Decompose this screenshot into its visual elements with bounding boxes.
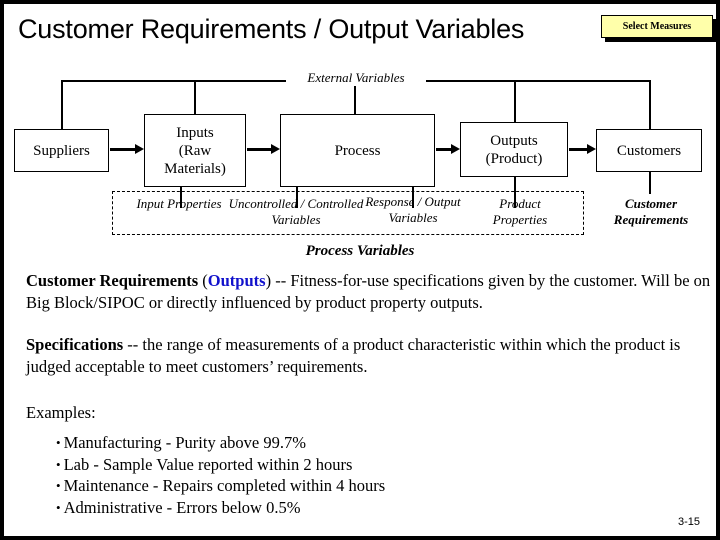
process-variable-drop-outputs [514, 177, 516, 208]
arrow-inputs-to-process [247, 144, 280, 154]
examples-bullet-list: Manufacturing - Purity above 99.7% Lab -… [56, 432, 656, 518]
external-variables-line [61, 80, 649, 82]
list-item: Maintenance - Repairs completed within 4… [56, 475, 656, 497]
diagram-box-suppliers-label: Suppliers [33, 142, 90, 159]
inputs-line-2: (Raw [178, 142, 212, 159]
diagram-box-process[interactable]: Process [280, 114, 435, 187]
arrow-suppliers-to-inputs [110, 144, 144, 154]
external-variables-drop-inputs [194, 80, 196, 114]
outputs-line-1: Outputs [490, 132, 538, 149]
diagram-box-outputs-label: Outputs (Product) [486, 132, 543, 168]
diagram-box-outputs[interactable]: Outputs (Product) [460, 122, 568, 177]
list-item: Administrative - Errors below 0.5% [56, 497, 656, 519]
process-variable-drop-customers [649, 172, 651, 194]
diagram-box-customers[interactable]: Customers [596, 129, 702, 172]
process-variable-label-product-properties: Product Properties [492, 196, 548, 227]
customer-requirements-line-1: Customer [624, 196, 677, 211]
customer-requirements-line-2: Requirements [613, 212, 689, 227]
para1-highlight-outputs: Outputs [207, 271, 266, 290]
process-variable-drop-process-right [412, 187, 414, 208]
customer-requirements-label: Customer Requirements [592, 196, 710, 228]
list-item: Lab - Sample Value reported within 2 hou… [56, 454, 656, 476]
paragraph-customer-requirements: Customer Requirements (Outputs) -- Fitne… [26, 270, 716, 314]
page-title: Customer Requirements / Output Variables [18, 14, 525, 44]
select-measures-button[interactable]: Select Measures [601, 15, 713, 38]
examples-heading: Examples: [26, 403, 96, 422]
paragraph-specifications: Specifications -- the range of measureme… [26, 334, 686, 378]
process-variable-label-input-properties: Input Properties [136, 196, 222, 211]
diagram-box-inputs-label: Inputs (Raw Materials) [164, 124, 226, 178]
inputs-line-1: Inputs [176, 124, 214, 141]
process-variable-label-controlled-variables: Uncontrolled / Controlled Variables [228, 196, 364, 227]
inputs-line-3: Materials) [164, 160, 226, 177]
outputs-line-2: (Product) [485, 150, 543, 167]
diagram-box-process-label: Process [334, 142, 381, 159]
para1-term: Customer Requirements [26, 271, 199, 290]
process-variable-drop-process-left [296, 187, 298, 208]
para2-rest: -- the range of measurements of a produc… [26, 335, 681, 376]
external-variables-drop-process [354, 80, 356, 114]
process-variable-label-response-output-variables: Response / Output Variables [365, 194, 461, 225]
process-variable-drop-inputs [180, 187, 182, 208]
diagram-box-suppliers[interactable]: Suppliers [14, 129, 109, 172]
arrow-outputs-to-customers [569, 144, 596, 154]
para1-paren-open: ( [198, 271, 208, 290]
external-variables-drop-suppliers [61, 80, 63, 129]
arrow-process-to-outputs [436, 144, 460, 154]
external-variables-drop-customers [649, 80, 651, 129]
external-variables-drop-outputs [514, 80, 516, 122]
list-item: Manufacturing - Purity above 99.7% [56, 432, 656, 454]
diagram-box-inputs[interactable]: Inputs (Raw Materials) [144, 114, 246, 187]
select-measures-label: Select Measures [622, 21, 692, 32]
external-variables-label: External Variables [286, 70, 426, 86]
page-number: 3-15 [677, 516, 700, 528]
diagram-box-customers-label: Customers [616, 142, 682, 159]
slide-canvas: Customer Requirements / Output Variables… [0, 0, 720, 540]
process-variables-title: Process Variables [305, 243, 415, 259]
process-variables-dashed-box [112, 191, 584, 235]
para2-term: Specifications [26, 335, 124, 354]
